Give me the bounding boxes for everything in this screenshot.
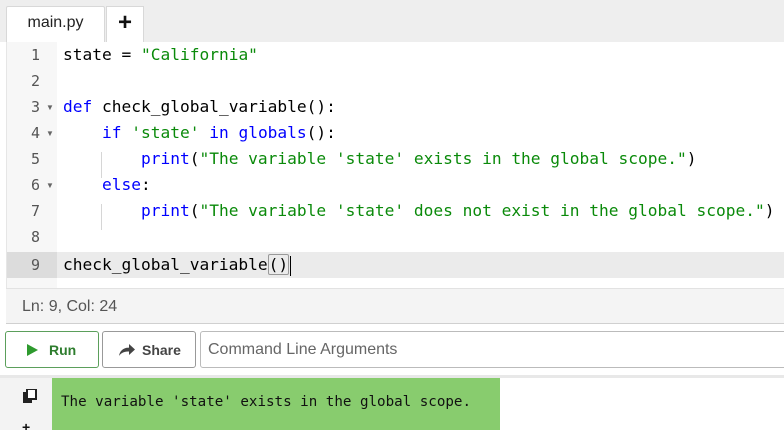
code-token: print <box>140 149 190 168</box>
code-token: def <box>63 97 93 116</box>
play-icon <box>27 344 38 356</box>
share-arrow-icon <box>119 344 135 356</box>
output-sidebar: + <box>0 378 52 430</box>
code-token: "California" <box>140 45 258 64</box>
code-token: = <box>111 45 141 64</box>
code-line[interactable]: 7 print("The variable 'state' does not e… <box>7 198 784 224</box>
code-line[interactable]: 3 ▼ def check_global_variable(): <box>7 94 784 120</box>
code-editor[interactable]: 1 state = "California" 2 3 ▼ def check_g… <box>6 42 784 288</box>
run-button[interactable]: Run <box>5 331 99 368</box>
code-line-active[interactable]: 9 check_global_variable() <box>7 252 784 278</box>
command-line-arguments-input[interactable] <box>200 331 784 368</box>
fold-arrow-icon[interactable]: ▼ <box>46 103 54 112</box>
fold-arrow-icon[interactable]: ▼ <box>46 181 54 190</box>
code-token: if <box>101 123 122 142</box>
code-token: in <box>199 123 229 142</box>
program-output: The variable 'state' exists in the globa… <box>61 394 471 410</box>
code-token: ) <box>764 201 775 220</box>
code-token: state <box>63 45 112 64</box>
tab-main-py[interactable]: main.py <box>6 6 105 42</box>
share-button-label: Share <box>142 342 181 358</box>
share-button[interactable]: Share <box>102 331 196 368</box>
run-button-label: Run <box>49 342 77 358</box>
line-number: 5 <box>31 150 41 168</box>
code-token: : <box>140 175 151 194</box>
copy-icon[interactable] <box>23 389 37 403</box>
matched-brackets: () <box>267 254 290 275</box>
code-line[interactable]: 2 <box>7 68 784 94</box>
code-token: check_global_variable <box>63 255 268 274</box>
code-line[interactable]: 6 ▼ else: <box>7 172 784 198</box>
code-line[interactable]: 8 <box>7 224 784 250</box>
fold-arrow-icon[interactable]: ▼ <box>46 129 54 138</box>
line-number: 8 <box>31 228 41 246</box>
code-token: "The variable 'state' does not exist in … <box>199 201 765 220</box>
line-number: 9 <box>7 252 57 278</box>
code-line[interactable]: 5 print("The variable 'state' exists in … <box>7 146 784 172</box>
line-number: 2 <box>31 72 41 90</box>
add-tab-button[interactable]: + <box>106 6 144 42</box>
code-line[interactable]: 4 ▼ if 'state' in globals(): <box>7 120 784 146</box>
code-token: check_global_variable(): <box>92 97 336 116</box>
plus-icon[interactable]: + <box>22 419 30 430</box>
code-token: print <box>140 201 190 220</box>
code-token: ) <box>686 149 697 168</box>
status-bar: Ln: 9, Col: 24 <box>6 288 784 324</box>
code-token: (): <box>306 123 336 142</box>
code-token: ( <box>189 149 200 168</box>
output-panel: The variable 'state' exists in the globa… <box>52 378 500 430</box>
code-token: ( <box>189 201 200 220</box>
cursor-position: Ln: 9, Col: 24 <box>22 298 118 315</box>
code-token: 'state' <box>121 123 200 142</box>
code-token: globals <box>228 123 307 142</box>
line-number: 7 <box>31 202 41 220</box>
text-cursor <box>290 255 292 276</box>
tab-bar: main.py + <box>0 0 784 42</box>
code-token: else <box>101 175 141 194</box>
code-token: "The variable 'state' exists in the glob… <box>199 149 687 168</box>
code-line[interactable]: 1 state = "California" <box>7 42 784 68</box>
line-number: 1 <box>31 46 41 64</box>
